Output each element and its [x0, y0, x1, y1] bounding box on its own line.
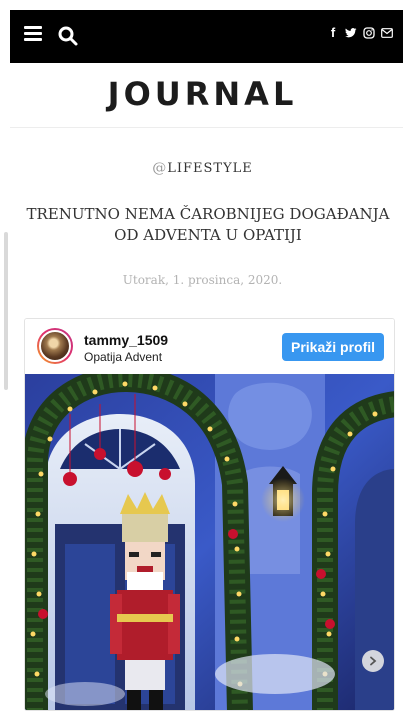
instagram-icon[interactable] [363, 27, 375, 39]
instagram-username[interactable]: tammy_1509 [84, 332, 168, 348]
avatar[interactable] [37, 328, 73, 364]
hamburger-menu-icon[interactable] [24, 26, 42, 42]
mail-icon[interactable] [381, 27, 393, 39]
article-category[interactable]: @LIFESTYLE [0, 160, 405, 176]
view-profile-button[interactable]: Prikaži profil [282, 333, 384, 361]
instagram-embed-header: tammy_1509 Opatija Advent Prikaži profil [25, 319, 394, 374]
instagram-photo[interactable] [25, 374, 394, 710]
site-logo[interactable]: JOURNAL [0, 74, 405, 114]
category-prefix: @ [152, 160, 168, 176]
chevron-right-icon[interactable] [362, 650, 384, 672]
instagram-embed: tammy_1509 Opatija Advent Prikaži profil [24, 318, 395, 711]
header-divider [10, 127, 403, 128]
top-navigation-bar: f [10, 10, 403, 63]
social-links: f [327, 26, 393, 39]
scroll-indicator [4, 232, 8, 390]
facebook-icon[interactable]: f [327, 26, 339, 39]
search-icon[interactable] [56, 24, 80, 48]
category-label: LIFESTYLE [167, 161, 253, 176]
article-date: Utorak, 1. prosinca, 2020. [122, 273, 283, 287]
instagram-location[interactable]: Opatija Advent [84, 350, 162, 364]
article-title: TRENUTNO NEMA ČAROBNIJEG DOGAĐANJA OD AD… [26, 205, 390, 244]
twitter-icon[interactable] [345, 27, 357, 39]
